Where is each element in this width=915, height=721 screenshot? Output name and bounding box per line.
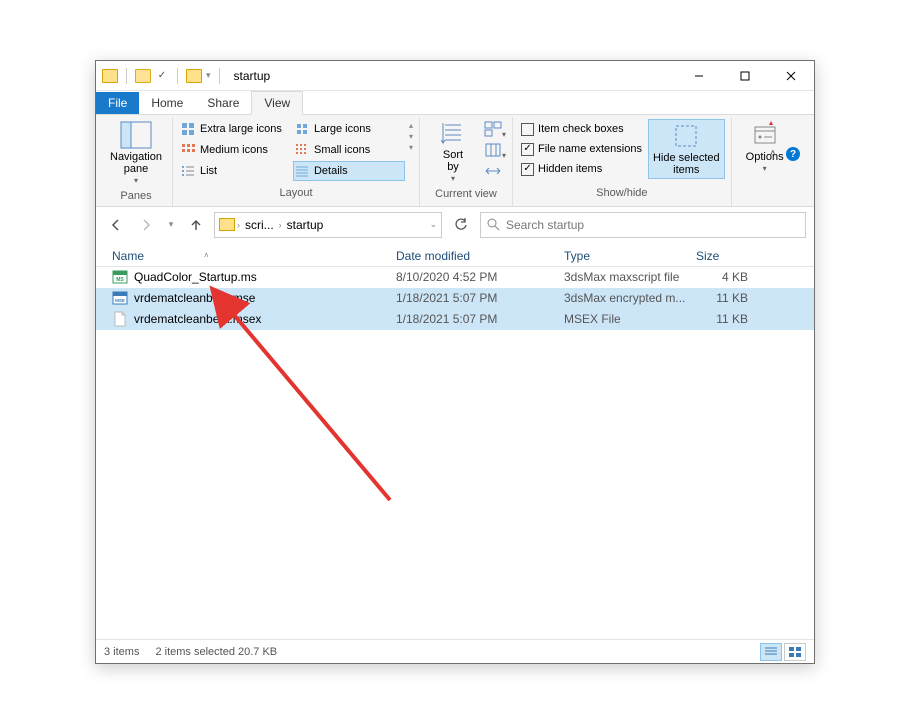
sort-icon xyxy=(441,121,465,147)
file-list[interactable]: MS QuadColor_Startup.ms 8/10/2020 4:52 P… xyxy=(96,267,814,639)
layout-scroll-down[interactable]: ▾ xyxy=(409,132,413,141)
window-title: startup xyxy=(234,69,271,83)
file-date: 1/18/2021 5:07 PM xyxy=(396,291,564,305)
file-type: 3dsMax maxscript file xyxy=(564,270,696,284)
navbar: ▾ › scri... › startup ⌄ Search startup xyxy=(96,207,814,243)
hidden-items-checkbox[interactable]: ✓Hidden items xyxy=(519,159,644,179)
file-type: 3dsMax encrypted m... xyxy=(564,291,696,305)
sort-by-button[interactable]: Sort by▾ xyxy=(426,119,480,186)
ribbon-tabs: File Home Share View xyxy=(96,91,814,115)
hide-selected-items-button[interactable]: Hide selected items xyxy=(648,119,725,179)
navigation-pane-icon xyxy=(120,121,152,149)
file-icon: MSE xyxy=(112,290,128,306)
file-size: 4 KB xyxy=(696,270,756,284)
svg-text:MS: MS xyxy=(116,277,124,283)
column-size[interactable]: Size xyxy=(696,249,814,263)
maximize-button[interactable] xyxy=(722,61,768,90)
file-size: 11 KB xyxy=(696,312,756,326)
navigation-pane-button[interactable]: Navigation pane ▾ xyxy=(106,119,166,188)
addr-dropdown-icon[interactable]: ⌄ xyxy=(429,219,437,230)
status-selection: 2 items selected 20.7 KB xyxy=(155,646,277,658)
file-row[interactable]: vrdematcleanbeta.msex 1/18/2021 5:07 PM … xyxy=(96,309,814,330)
chevron-right-icon[interactable]: › xyxy=(237,220,240,230)
search-placeholder: Search startup xyxy=(506,218,584,232)
layout-medium[interactable]: Medium icons xyxy=(179,140,291,160)
sort-asc-icon: ˄ xyxy=(204,251,209,260)
file-name: vrdematcleanbeta.msex xyxy=(134,312,396,326)
file-name: vrdematcleanbeta.mse xyxy=(134,291,396,305)
size-columns-button[interactable] xyxy=(484,163,506,182)
file-name-extensions-checkbox[interactable]: ✓File name extensions xyxy=(519,139,644,159)
layout-small[interactable]: Small icons xyxy=(293,140,405,160)
status-item-count: 3 items xyxy=(104,646,139,658)
add-columns-button[interactable]: ▾ xyxy=(484,142,506,161)
explorer-window: ✓ ▾ startup File Home Share View ˄? Navi… xyxy=(95,60,815,664)
column-headers: Name˄ Date modified Type Size xyxy=(96,243,814,267)
breadcrumb-item[interactable]: scri... xyxy=(242,218,277,232)
file-icon: MS xyxy=(112,269,128,285)
qat-current-folder-icon xyxy=(186,69,202,83)
view-details-button[interactable] xyxy=(760,643,782,661)
layout-scroll-up[interactable]: ▴ xyxy=(409,121,413,130)
ribbon-group-current-view: Sort by▾ ▾ ▾ Current view xyxy=(420,117,513,206)
tab-view[interactable]: View xyxy=(251,91,303,115)
hide-icon xyxy=(672,122,700,150)
file-name: QuadColor_Startup.ms xyxy=(134,270,396,284)
file-icon xyxy=(112,311,128,327)
refresh-button[interactable] xyxy=(448,212,474,238)
file-row[interactable]: MSE vrdematcleanbeta.mse 1/18/2021 5:07 … xyxy=(96,288,814,309)
file-row[interactable]: MS QuadColor_Startup.ms 8/10/2020 4:52 P… xyxy=(96,267,814,288)
ribbon-group-options: Options ▾ xyxy=(732,117,798,206)
ribbon-group-layout: Extra large icons Large icons Medium ico… xyxy=(173,117,420,206)
chevron-right-icon[interactable]: › xyxy=(279,220,282,230)
tab-file[interactable]: File xyxy=(96,92,139,114)
layout-details[interactable]: Details xyxy=(293,161,405,181)
dropdown-icon: ▾ xyxy=(134,177,138,186)
qat-folder-icon[interactable] xyxy=(135,69,151,83)
column-date[interactable]: Date modified xyxy=(396,249,564,263)
column-name[interactable]: Name˄ xyxy=(112,249,396,263)
ribbon: Navigation pane ▾ Panes Extra large icon… xyxy=(96,115,814,207)
ribbon-collapse[interactable]: ˄? xyxy=(762,147,808,161)
minimize-button[interactable] xyxy=(676,61,722,90)
close-button[interactable] xyxy=(768,61,814,90)
qat-properties-icon[interactable]: ✓ xyxy=(155,69,169,83)
column-type[interactable]: Type xyxy=(564,249,696,263)
layout-list[interactable]: List xyxy=(179,161,291,181)
item-check-boxes-checkbox[interactable]: Item check boxes xyxy=(519,119,644,139)
titlebar[interactable]: ✓ ▾ startup xyxy=(96,61,814,91)
file-date: 1/18/2021 5:07 PM xyxy=(396,312,564,326)
file-date: 8/10/2020 4:52 PM xyxy=(396,270,564,284)
qat-dropdown-icon[interactable]: ▾ xyxy=(206,70,211,81)
ribbon-group-show-hide: Item check boxes ✓File name extensions ✓… xyxy=(513,117,732,206)
folder-icon xyxy=(102,69,118,83)
chevron-up-icon: ˄ xyxy=(770,148,776,160)
options-icon xyxy=(751,121,779,149)
search-input[interactable]: Search startup xyxy=(480,212,806,238)
search-icon xyxy=(487,218,500,231)
layout-large[interactable]: Large icons xyxy=(293,119,405,139)
ribbon-group-panes: Navigation pane ▾ Panes xyxy=(100,117,173,206)
view-large-button[interactable] xyxy=(784,643,806,661)
status-bar: 3 items 2 items selected 20.7 KB xyxy=(96,639,814,663)
svg-text:MSE: MSE xyxy=(115,298,125,303)
layout-more[interactable]: ▾ xyxy=(409,143,413,152)
file-size: 11 KB xyxy=(696,291,756,305)
recent-dropdown[interactable]: ▾ xyxy=(164,213,178,237)
address-bar[interactable]: › scri... › startup ⌄ xyxy=(214,212,442,238)
forward-button[interactable] xyxy=(134,213,158,237)
tab-share[interactable]: Share xyxy=(195,92,251,114)
layout-extra-large[interactable]: Extra large icons xyxy=(179,119,291,139)
breadcrumb-item[interactable]: startup xyxy=(284,218,327,232)
file-type: MSEX File xyxy=(564,312,696,326)
back-button[interactable] xyxy=(104,213,128,237)
help-icon[interactable]: ? xyxy=(786,147,800,161)
up-button[interactable] xyxy=(184,213,208,237)
tab-home[interactable]: Home xyxy=(139,92,195,114)
addr-folder-icon xyxy=(219,218,235,231)
group-by-button[interactable]: ▾ xyxy=(484,121,506,140)
